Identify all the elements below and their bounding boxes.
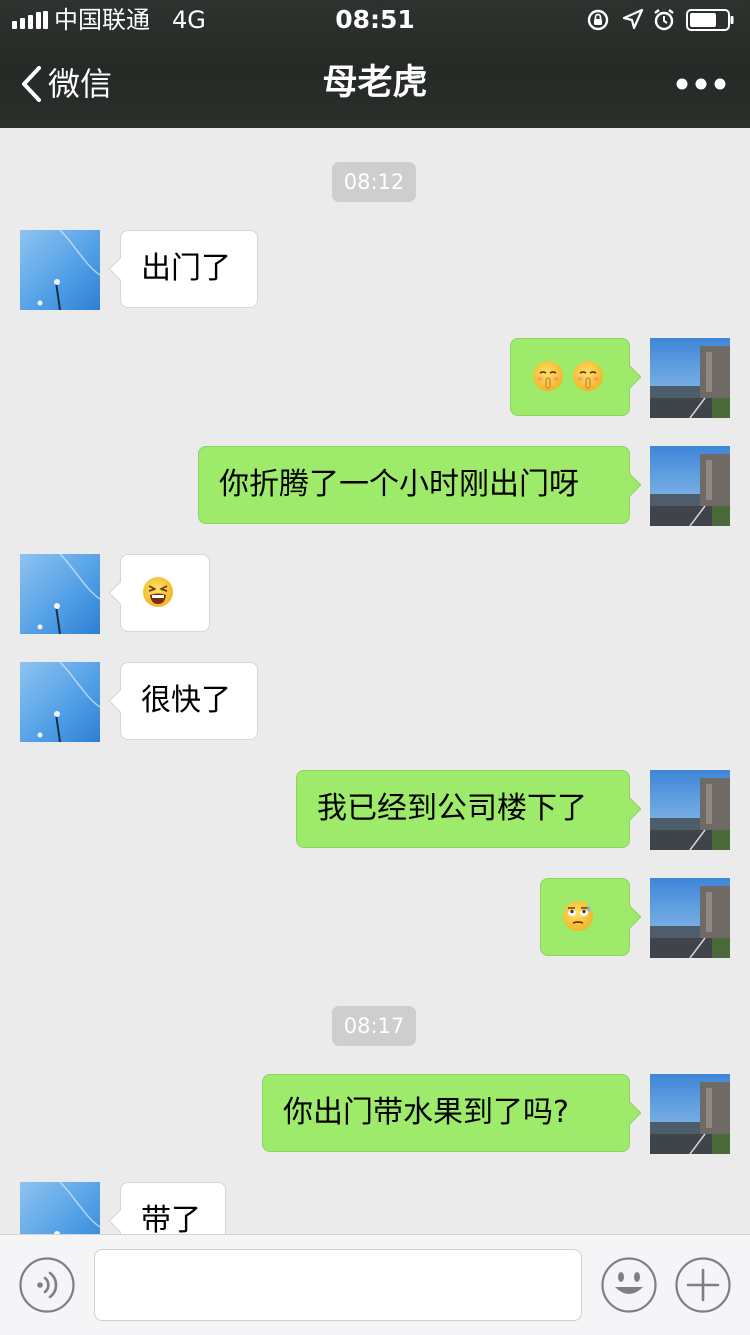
outgoing-message[interactable]: 你出门带水果到了吗? bbox=[262, 1074, 630, 1152]
incoming-emoji-message[interactable] bbox=[120, 554, 210, 632]
outgoing-message[interactable]: 你折腾了一个小时刚出门呀 bbox=[198, 446, 630, 524]
incoming-message[interactable]: 很快了 bbox=[120, 662, 258, 740]
navigation-bar: 微信 母老虎 bbox=[0, 40, 750, 128]
avatar-self[interactable] bbox=[650, 770, 730, 850]
battery-icon bbox=[686, 9, 734, 31]
tired-crying-face-emoji bbox=[143, 576, 173, 607]
emoji-face-icon[interactable] bbox=[601, 1257, 657, 1313]
shushing-face-emoji bbox=[573, 360, 603, 391]
sweat-eye-roll-face-emoji bbox=[563, 900, 593, 931]
message-input[interactable] bbox=[94, 1249, 582, 1321]
chat-title: 母老虎 bbox=[322, 63, 428, 103]
outgoing-emoji-message[interactable] bbox=[510, 338, 630, 416]
alarm-clock-icon bbox=[654, 9, 674, 31]
more-dots-icon[interactable] bbox=[674, 70, 728, 98]
top-bar: 中国联通 4G 08:51 微信 母老虎 bbox=[0, 0, 750, 128]
avatar-self[interactable] bbox=[650, 878, 730, 958]
avatar-contact[interactable] bbox=[20, 230, 100, 310]
status-bar: 中国联通 4G 08:51 bbox=[0, 0, 750, 40]
plus-icon[interactable] bbox=[675, 1257, 731, 1313]
avatar-contact[interactable] bbox=[20, 662, 100, 742]
avatar-self[interactable] bbox=[650, 338, 730, 418]
rotation-lock-icon bbox=[587, 9, 609, 31]
timestamp-pill: 08:17 bbox=[332, 1006, 416, 1046]
avatar-self[interactable] bbox=[650, 1074, 730, 1154]
shushing-face-emoji bbox=[533, 360, 563, 391]
outgoing-emoji-message[interactable] bbox=[540, 878, 630, 956]
avatar-self[interactable] bbox=[650, 446, 730, 526]
voice-icon[interactable] bbox=[19, 1257, 75, 1313]
timestamp-pill: 08:12 bbox=[332, 162, 416, 202]
incoming-message[interactable]: 出门了 bbox=[120, 230, 258, 308]
location-arrow-icon bbox=[622, 8, 644, 30]
outgoing-message[interactable]: 我已经到公司楼下了 bbox=[296, 770, 630, 848]
avatar-contact[interactable] bbox=[20, 554, 100, 634]
input-toolbar bbox=[0, 1234, 750, 1335]
